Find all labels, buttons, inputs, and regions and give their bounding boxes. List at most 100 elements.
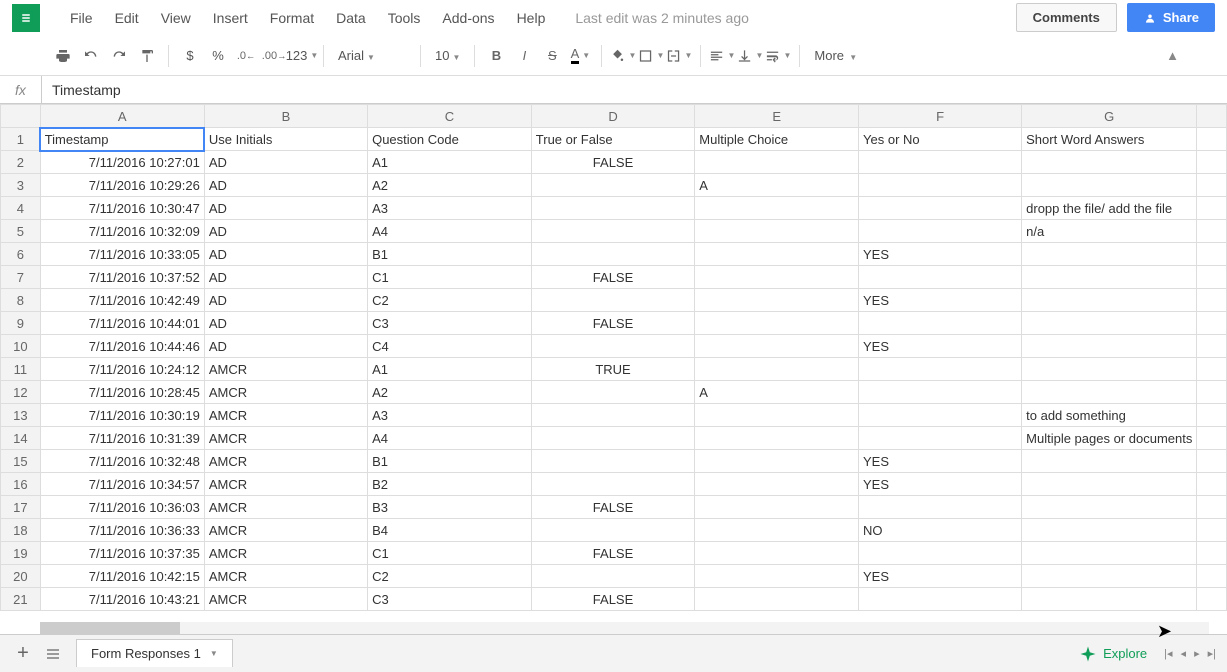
cell-E19[interactable] — [695, 542, 859, 565]
cell-extra-16[interactable] — [1197, 473, 1227, 496]
cell-D7[interactable]: FALSE — [531, 266, 695, 289]
cell-G2[interactable] — [1022, 151, 1197, 174]
cell-extra-20[interactable] — [1197, 565, 1227, 588]
vertical-align-button[interactable]: ▼ — [737, 43, 763, 69]
cell-B6[interactable]: AD — [204, 243, 367, 266]
cell-D10[interactable] — [531, 335, 695, 358]
row-header-4[interactable]: 4 — [1, 197, 41, 220]
horizontal-align-button[interactable]: ▼ — [709, 43, 735, 69]
row-header-17[interactable]: 17 — [1, 496, 41, 519]
column-header-G[interactable]: G — [1022, 105, 1197, 128]
cell-G10[interactable] — [1022, 335, 1197, 358]
cell-A15[interactable]: 7/11/2016 10:32:48 — [40, 450, 204, 473]
cell-A16[interactable]: 7/11/2016 10:34:57 — [40, 473, 204, 496]
cell-G12[interactable] — [1022, 381, 1197, 404]
cell-E14[interactable] — [695, 427, 859, 450]
cell-D14[interactable] — [531, 427, 695, 450]
cell-D17[interactable]: FALSE — [531, 496, 695, 519]
cell-A12[interactable]: 7/11/2016 10:28:45 — [40, 381, 204, 404]
cell-A6[interactable]: 7/11/2016 10:33:05 — [40, 243, 204, 266]
cell-extra-6[interactable] — [1197, 243, 1227, 266]
cell-E3[interactable]: A — [695, 174, 859, 197]
tab-scroll-prev[interactable]: ◂ — [1178, 645, 1190, 662]
cell-E2[interactable] — [695, 151, 859, 174]
menu-tools[interactable]: Tools — [378, 6, 431, 30]
cell-D13[interactable] — [531, 404, 695, 427]
column-header-E[interactable]: E — [695, 105, 859, 128]
cell-A4[interactable]: 7/11/2016 10:30:47 — [40, 197, 204, 220]
cell-B9[interactable]: AD — [204, 312, 367, 335]
row-header-6[interactable]: 6 — [1, 243, 41, 266]
select-all-corner[interactable] — [1, 105, 41, 128]
cell-B7[interactable]: AD — [204, 266, 367, 289]
cell-D12[interactable] — [531, 381, 695, 404]
cell-E15[interactable] — [695, 450, 859, 473]
cell-F13[interactable] — [859, 404, 1022, 427]
cell-A17[interactable]: 7/11/2016 10:36:03 — [40, 496, 204, 519]
cell-D2[interactable]: FALSE — [531, 151, 695, 174]
cell-C8[interactable]: C2 — [368, 289, 532, 312]
cell-F14[interactable] — [859, 427, 1022, 450]
font-family-select[interactable]: Arial▼ — [332, 48, 412, 63]
cell-extra-19[interactable] — [1197, 542, 1227, 565]
sheets-logo[interactable] — [12, 4, 40, 32]
cell-G20[interactable] — [1022, 565, 1197, 588]
cell-C15[interactable]: B1 — [368, 450, 532, 473]
cell-G8[interactable] — [1022, 289, 1197, 312]
cell-B3[interactable]: AD — [204, 174, 367, 197]
row-header-8[interactable]: 8 — [1, 289, 41, 312]
cell-G19[interactable] — [1022, 542, 1197, 565]
cell-B19[interactable]: AMCR — [204, 542, 367, 565]
cell-C12[interactable]: A2 — [368, 381, 532, 404]
cell-E7[interactable] — [695, 266, 859, 289]
strikethrough-button[interactable]: S — [539, 43, 565, 69]
cell-A8[interactable]: 7/11/2016 10:42:49 — [40, 289, 204, 312]
row-header-9[interactable]: 9 — [1, 312, 41, 335]
cell-E5[interactable] — [695, 220, 859, 243]
cell-extra-17[interactable] — [1197, 496, 1227, 519]
column-header-A[interactable]: A — [40, 105, 204, 128]
row-header-12[interactable]: 12 — [1, 381, 41, 404]
cell-D11[interactable]: TRUE — [531, 358, 695, 381]
row-header-3[interactable]: 3 — [1, 174, 41, 197]
cell-C20[interactable]: C2 — [368, 565, 532, 588]
paint-format-icon[interactable] — [134, 43, 160, 69]
cell-B1[interactable]: Use Initials — [204, 128, 367, 151]
row-header-14[interactable]: 14 — [1, 427, 41, 450]
row-header-16[interactable]: 16 — [1, 473, 41, 496]
cell-B11[interactable]: AMCR — [204, 358, 367, 381]
explore-button[interactable]: Explore — [1069, 641, 1157, 667]
cell-D4[interactable] — [531, 197, 695, 220]
redo-icon[interactable] — [106, 43, 132, 69]
cell-A7[interactable]: 7/11/2016 10:37:52 — [40, 266, 204, 289]
cell-A14[interactable]: 7/11/2016 10:31:39 — [40, 427, 204, 450]
cell-D16[interactable] — [531, 473, 695, 496]
cell-C16[interactable]: B2 — [368, 473, 532, 496]
cell-E1[interactable]: Multiple Choice — [695, 128, 859, 151]
column-header-F[interactable]: F — [859, 105, 1022, 128]
cell-G15[interactable] — [1022, 450, 1197, 473]
cell-D21[interactable]: FALSE — [531, 588, 695, 611]
cell-D9[interactable]: FALSE — [531, 312, 695, 335]
tab-scroll-next[interactable]: ▸ — [1191, 645, 1203, 662]
cell-extra-4[interactable] — [1197, 197, 1227, 220]
cell-B14[interactable]: AMCR — [204, 427, 367, 450]
cell-C10[interactable]: C4 — [368, 335, 532, 358]
borders-button[interactable]: ▼ — [638, 43, 664, 69]
cell-G13[interactable]: to add something — [1022, 404, 1197, 427]
cell-F5[interactable] — [859, 220, 1022, 243]
spreadsheet-grid[interactable]: ABCDEFG1TimestampUse InitialsQuestion Co… — [0, 104, 1227, 626]
cell-B17[interactable]: AMCR — [204, 496, 367, 519]
cell-B18[interactable]: AMCR — [204, 519, 367, 542]
cell-B8[interactable]: AD — [204, 289, 367, 312]
all-sheets-button[interactable] — [38, 639, 68, 669]
cell-F19[interactable] — [859, 542, 1022, 565]
cell-extra-21[interactable] — [1197, 588, 1227, 611]
cell-B12[interactable]: AMCR — [204, 381, 367, 404]
cell-extra-8[interactable] — [1197, 289, 1227, 312]
cell-C3[interactable]: A2 — [368, 174, 532, 197]
cell-A19[interactable]: 7/11/2016 10:37:35 — [40, 542, 204, 565]
row-header-11[interactable]: 11 — [1, 358, 41, 381]
cell-F7[interactable] — [859, 266, 1022, 289]
formula-input[interactable]: Timestamp — [42, 82, 131, 98]
